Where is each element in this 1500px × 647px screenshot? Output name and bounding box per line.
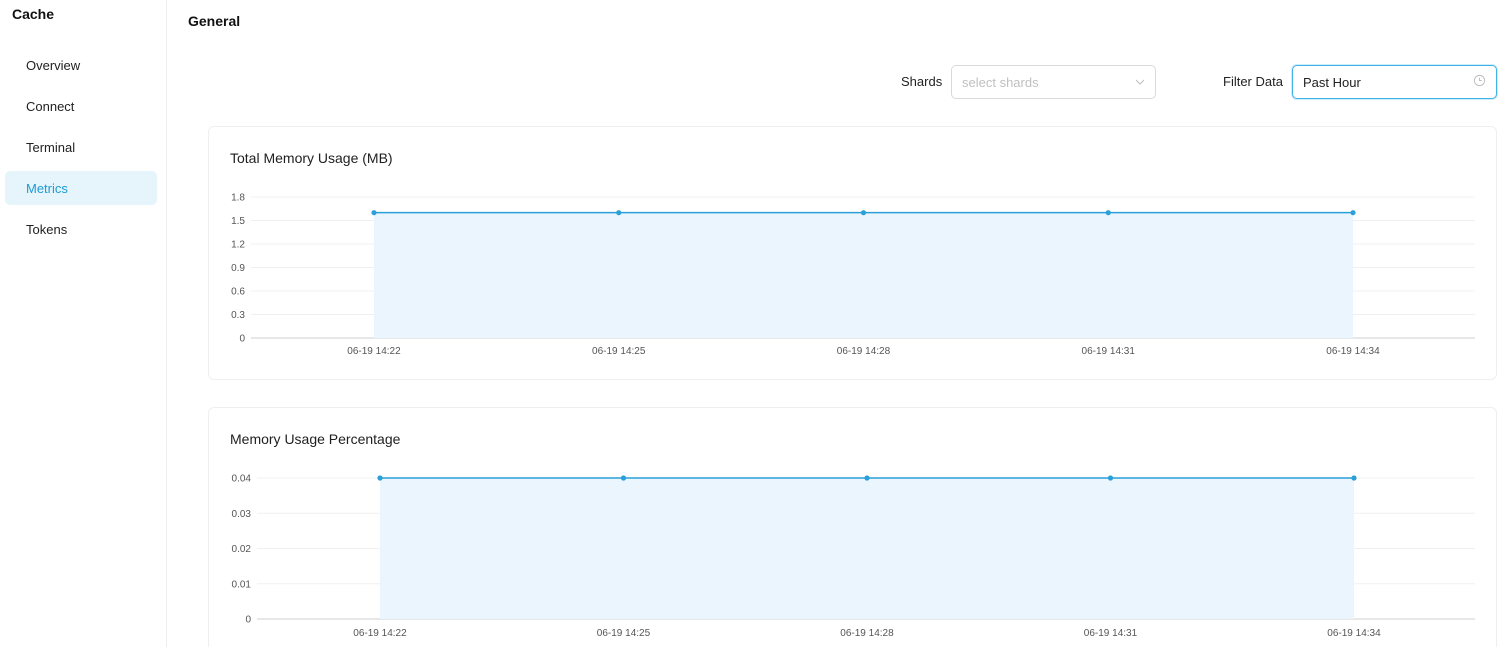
filter-data-label: Filter Data [1223,74,1283,89]
y-tick-label: 0 [239,334,245,345]
shards-select[interactable]: select shards [951,65,1156,99]
y-tick-label: 0.03 [232,509,252,520]
chart-card-total-memory: Total Memory Usage (MB) 0 0.3 0.6 0.9 1.2 1.5… [208,126,1497,380]
page-title: General [188,13,241,29]
data-point [860,210,867,216]
data-point [864,475,870,481]
data-point [1350,210,1356,216]
y-tick-label: 1.5 [231,216,245,227]
data-point [1351,475,1357,481]
app-title: Cache [12,6,55,22]
x-tick-label: 06-19 14:31 [1084,628,1138,639]
sidebar-item-overview[interactable]: Overview [5,48,157,82]
clock-icon [1473,74,1486,90]
total-memory-chart: 0 0.3 0.6 0.9 1.2 1.5 1.8 06-19 14:22 06-19 14:2… [231,193,1475,357]
shards-placeholder: select shards [962,74,1039,90]
data-point [1105,210,1111,216]
sidebar: Cache Overview Connect Terminal Metrics … [0,0,167,647]
y-tick-label: 0.04 [232,474,252,485]
y-tick-label: 0.01 [232,579,252,590]
y-tick-label: 1.8 [231,193,245,204]
y-tick-label: 1.2 [231,240,245,251]
sidebar-item-connect[interactable]: Connect [5,89,157,123]
sidebar-item-tokens[interactable]: Tokens [5,212,157,246]
data-point [1107,475,1114,481]
data-point [371,210,377,216]
x-tick-label: 06-19 14:34 [1326,346,1380,357]
sidebar-nav: Overview Connect Terminal Metrics Tokens [5,48,157,253]
shards-label: Shards [901,74,943,89]
data-point [616,210,622,216]
main-panel: General Shards select shards Filter Data… [167,0,1500,647]
series-area [380,478,1354,619]
x-tick-label: 06-19 14:25 [597,628,651,639]
sidebar-item-terminal[interactable]: Terminal [5,130,157,164]
chart-card-memory-percentage: Memory Usage Percentage 0 0.01 0.02 0.03 0.0… [208,407,1497,647]
x-tick-label: 06-19 14:28 [840,628,894,639]
data-point [620,475,627,481]
sidebar-item-metrics[interactable]: Metrics [5,171,157,205]
x-tick-label: 06-19 14:22 [353,628,407,639]
y-tick-label: 0 [245,615,251,626]
x-tick-label: 06-19 14:34 [1327,628,1381,639]
y-tick-label: 0.02 [232,544,252,555]
data-point [377,475,383,481]
time-range-value: Past Hour [1303,74,1361,90]
memory-percentage-chart: 0 0.01 0.02 0.03 0.04 06-19 14:22 06-19 14:25 0… [232,474,1475,639]
y-tick-label: 0.9 [231,263,245,274]
chevron-down-icon [1135,75,1145,90]
y-tick-label: 0.3 [231,310,245,321]
series-area [374,212,1353,338]
x-tick-label: 06-19 14:31 [1082,346,1136,357]
x-tick-label: 06-19 14:28 [837,346,891,357]
y-tick-label: 0.6 [231,287,245,298]
x-tick-label: 06-19 14:22 [347,346,401,357]
time-range-select[interactable]: Past Hour [1292,65,1497,99]
x-tick-label: 06-19 14:25 [592,346,646,357]
